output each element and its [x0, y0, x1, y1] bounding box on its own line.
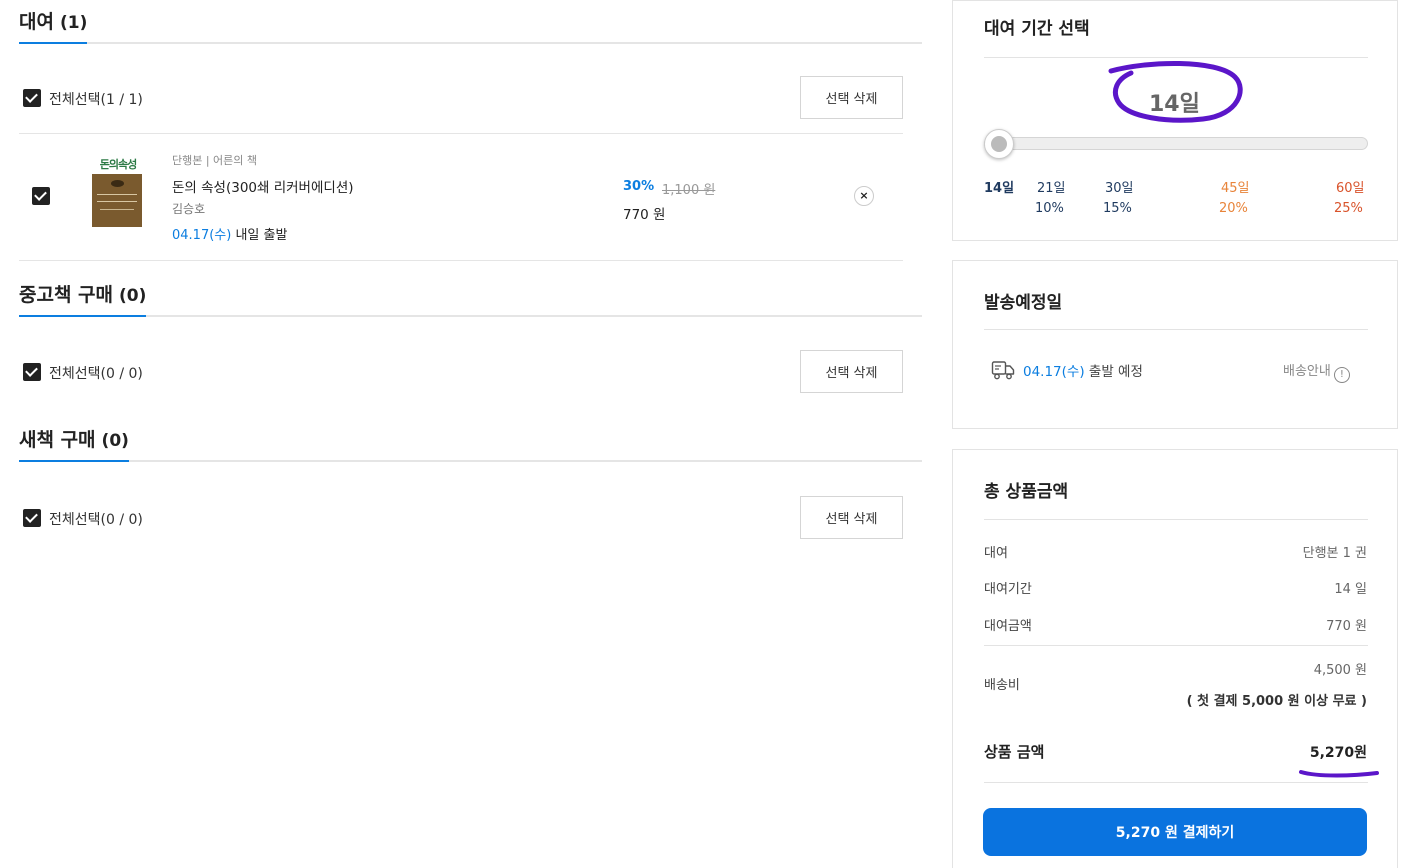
item-ship-date: 04.17(수) — [172, 228, 232, 243]
ship-date-text: 출발 예정 — [1084, 364, 1143, 380]
rental-title: 대여 — [19, 11, 54, 33]
new-select-all-checkbox[interactable] — [23, 509, 41, 527]
truck-icon — [991, 361, 1015, 380]
period-title: 대여 기간 선택 — [984, 19, 1090, 39]
period-slider-track[interactable] — [984, 137, 1368, 150]
period-step-rate: 15% — [1103, 201, 1132, 216]
used-title: 중고책 구매 — [19, 284, 114, 306]
row-label-rental: 대여 — [984, 546, 1008, 561]
rental-select-row: 전체선택(1 / 1) 선택 삭제 — [19, 76, 903, 120]
cart-list: 대여 (1) 전체선택(1 / 1) 선택 삭제 돈의속성 단행본 | 어른의 책… — [19, 0, 922, 868]
book-cover-title: 돈의속성 — [99, 158, 137, 171]
divider — [984, 329, 1368, 330]
used-select-all-checkbox[interactable] — [23, 363, 41, 381]
item-title[interactable]: 돈의 속성(300쇄 리커버에디션) — [172, 176, 354, 196]
shipping-title: 발송예정일 — [984, 293, 1063, 313]
info-icon: ! — [1333, 367, 1350, 383]
period-step-rate: 20% — [1219, 201, 1248, 216]
divider — [984, 782, 1368, 783]
period-step-days[interactable]: 21일 — [1037, 177, 1066, 196]
pay-button[interactable]: 5,270 원 결제하기 — [983, 808, 1367, 856]
item-original-price: 1,100 원 — [662, 183, 716, 198]
used-tab[interactable]: 중고책 구매 (0) — [19, 280, 147, 317]
used-select-row: 전체선택(0 / 0) 선택 삭제 — [19, 350, 903, 394]
row-label-period: 대여기간 — [984, 582, 1032, 597]
period-step-days[interactable]: 45일 — [1221, 177, 1250, 196]
new-section-header: 새책 구매 (0) — [19, 418, 922, 462]
new-count: (0) — [101, 431, 129, 451]
divider — [984, 519, 1368, 520]
period-step-days[interactable]: 60일 — [1336, 177, 1365, 196]
sum-label: 상품 금액 — [984, 743, 1045, 761]
period-slider-knob[interactable] — [984, 129, 1014, 159]
divider — [984, 645, 1368, 646]
shipping-panel: 발송예정일 04.17(수) 출발 예정 배송안내! — [952, 260, 1398, 429]
item-meta: 단행본 | 어른의 책 — [172, 154, 258, 167]
ship-date: 04.17(수) — [1023, 364, 1085, 380]
rental-select-all-label: 전체선택(1 / 1) — [49, 92, 143, 108]
rental-select-all-checkbox[interactable] — [23, 89, 41, 107]
rental-count: (1) — [59, 13, 88, 33]
sum-value: 5,270원 — [1309, 745, 1367, 761]
item-ship-info: 04.17(수) 내일 출발 — [172, 224, 287, 243]
row-value-shipping: 4,500 원 — [1313, 663, 1367, 678]
divider — [19, 260, 903, 261]
new-select-all-label: 전체선택(0 / 0) — [49, 512, 143, 528]
item-price: 770 원 — [623, 207, 666, 223]
rental-period-panel: 대여 기간 선택 14일 14일 21일 10% 30일 15% 45일 20% 60일 25% — [952, 0, 1398, 241]
item-discount: 30% — [623, 179, 655, 194]
remove-item-icon[interactable]: × — [854, 186, 874, 206]
cart-item: 돈의속성 단행본 | 어른의 책 돈의 속성(300쇄 리커버에디션) 김승호 … — [19, 134, 903, 260]
rental-section-header: 대여 (1) — [19, 0, 922, 44]
new-tab[interactable]: 새책 구매 (0) — [19, 425, 129, 462]
total-title: 총 상품금액 — [984, 482, 1069, 502]
row-value-amount: 770 원 — [1326, 619, 1367, 634]
shipping-free-note: ( 첫 결제 5,000 원 이상 무료 ) — [1186, 694, 1367, 709]
item-author: 김승호 — [172, 202, 206, 216]
used-count: (0) — [119, 286, 147, 306]
used-select-all-label: 전체선택(0 / 0) — [49, 366, 143, 382]
item-checkbox[interactable] — [32, 187, 50, 205]
book-cover-image — [92, 174, 142, 227]
period-step-rate: 25% — [1334, 201, 1363, 216]
selected-period: 14일 — [1149, 92, 1200, 117]
used-section-header: 중고책 구매 (0) — [19, 273, 922, 317]
period-step-days[interactable]: 14일 — [984, 177, 1014, 196]
new-select-row: 전체선택(0 / 0) 선택 삭제 — [19, 496, 903, 540]
used-delete-button[interactable]: 선택 삭제 — [800, 350, 903, 393]
rental-delete-button[interactable]: 선택 삭제 — [800, 76, 903, 119]
row-label-amount: 대여금액 — [984, 619, 1032, 634]
row-value-rental: 단행본 1 권 — [1302, 546, 1367, 561]
new-delete-button[interactable]: 선택 삭제 — [800, 496, 903, 539]
period-step-rate: 10% — [1035, 201, 1064, 216]
item-ship-text: 내일 출발 — [231, 228, 288, 243]
shipping-guide-link[interactable]: 배송안내! — [1283, 360, 1350, 383]
book-cover[interactable]: 돈의속성 — [91, 156, 145, 230]
rental-tab[interactable]: 대여 (1) — [19, 7, 88, 44]
divider — [984, 57, 1368, 58]
shipping-guide-label: 배송안내 — [1283, 364, 1331, 379]
underline-mark — [1299, 770, 1379, 778]
ship-date-info: 04.17(수) 출발 예정 — [1023, 360, 1143, 380]
new-title: 새책 구매 — [19, 429, 96, 451]
total-panel: 총 상품금액 대여 단행본 1 권 대여기간 14 일 대여금액 770 원 배… — [952, 449, 1398, 868]
row-value-period: 14 일 — [1334, 582, 1367, 597]
row-label-shipping: 배송비 — [984, 678, 1020, 693]
period-step-days[interactable]: 30일 — [1105, 177, 1134, 196]
